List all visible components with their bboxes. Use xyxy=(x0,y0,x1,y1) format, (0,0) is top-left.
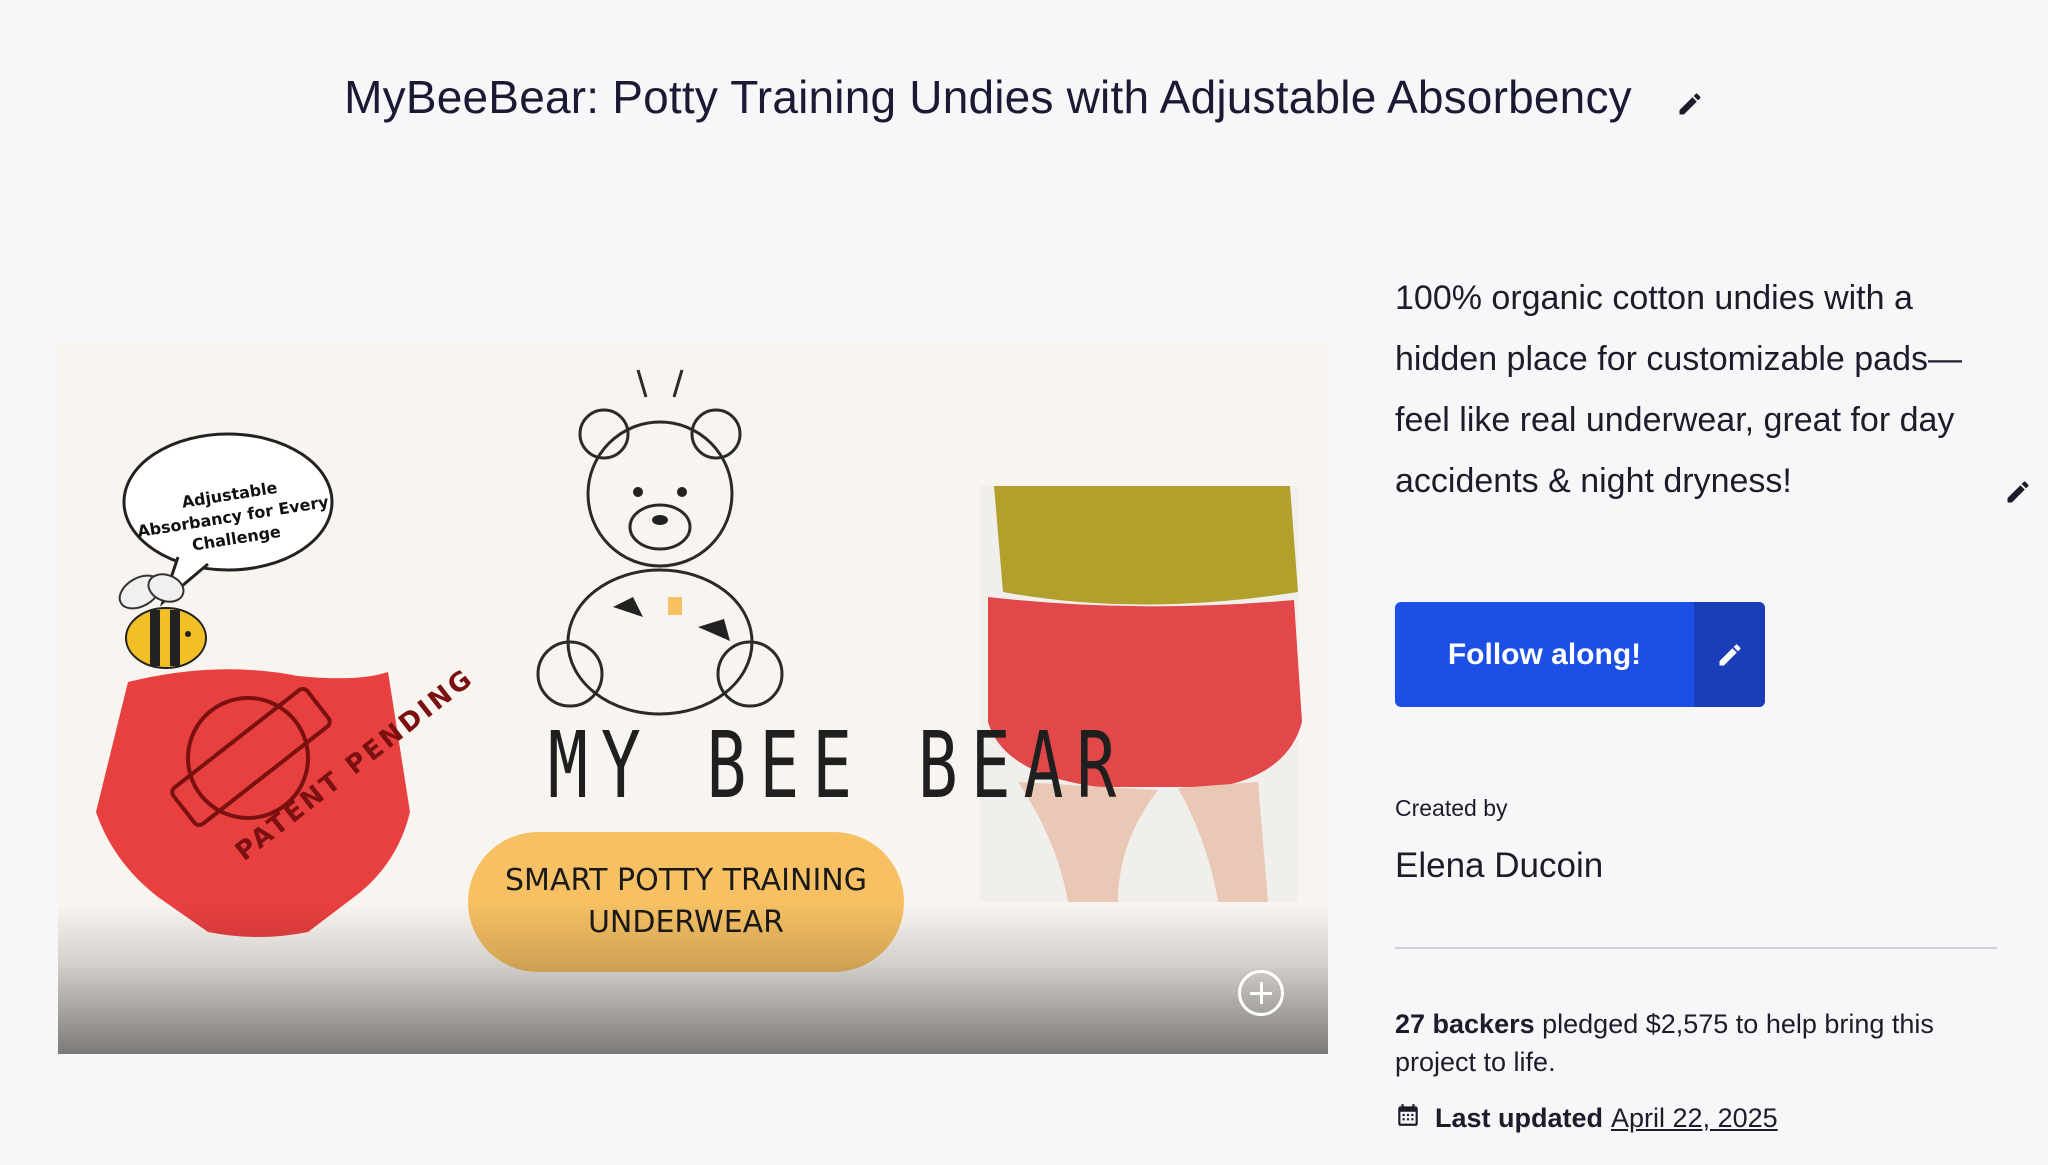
child-photo xyxy=(980,486,1302,902)
calendar-icon xyxy=(1395,1102,1421,1135)
divider xyxy=(1395,947,1997,949)
brand-wordmark: MY BEE BEAR xyxy=(548,712,1130,819)
expand-plus-circle-icon[interactable] xyxy=(1238,970,1284,1016)
project-title: MyBeeBear: Potty Training Undies with Ad… xyxy=(344,71,1632,123)
bee-illustration xyxy=(118,573,207,669)
red-underwear-left xyxy=(96,669,410,937)
last-updated-label: Last updated xyxy=(1435,1103,1604,1133)
backers-count: 27 backers xyxy=(1395,1009,1535,1039)
backers-summary: 27 backers pledged $2,575 to help bring … xyxy=(1395,1005,1995,1081)
follow-along-label[interactable]: Follow along! xyxy=(1395,602,1694,707)
last-updated-date-link[interactable]: April 22, 2025 xyxy=(1611,1103,1778,1134)
edit-title-pencil-icon[interactable] xyxy=(1676,90,1704,118)
project-description: 100% organic cotton undies with a hidden… xyxy=(1395,279,1962,500)
project-media-image[interactable]: Adjustable Absorbancy for Every Challeng… xyxy=(58,342,1328,1054)
media-gradient-overlay xyxy=(58,904,1328,1054)
follow-along-button[interactable]: Follow along! xyxy=(1395,602,1765,707)
edit-description-pencil-icon[interactable] xyxy=(2004,478,2032,506)
edit-button-pencil-icon[interactable] xyxy=(1694,602,1765,707)
creator-name[interactable]: Elena Ducoin xyxy=(1395,846,1603,886)
title-row: MyBeeBear: Potty Training Undies with Ad… xyxy=(0,70,2048,124)
created-by-label: Created by xyxy=(1395,795,1508,821)
teddy-bear-illustration xyxy=(536,369,784,716)
last-updated: Last updated April 22, 2025 xyxy=(1395,1102,1778,1135)
